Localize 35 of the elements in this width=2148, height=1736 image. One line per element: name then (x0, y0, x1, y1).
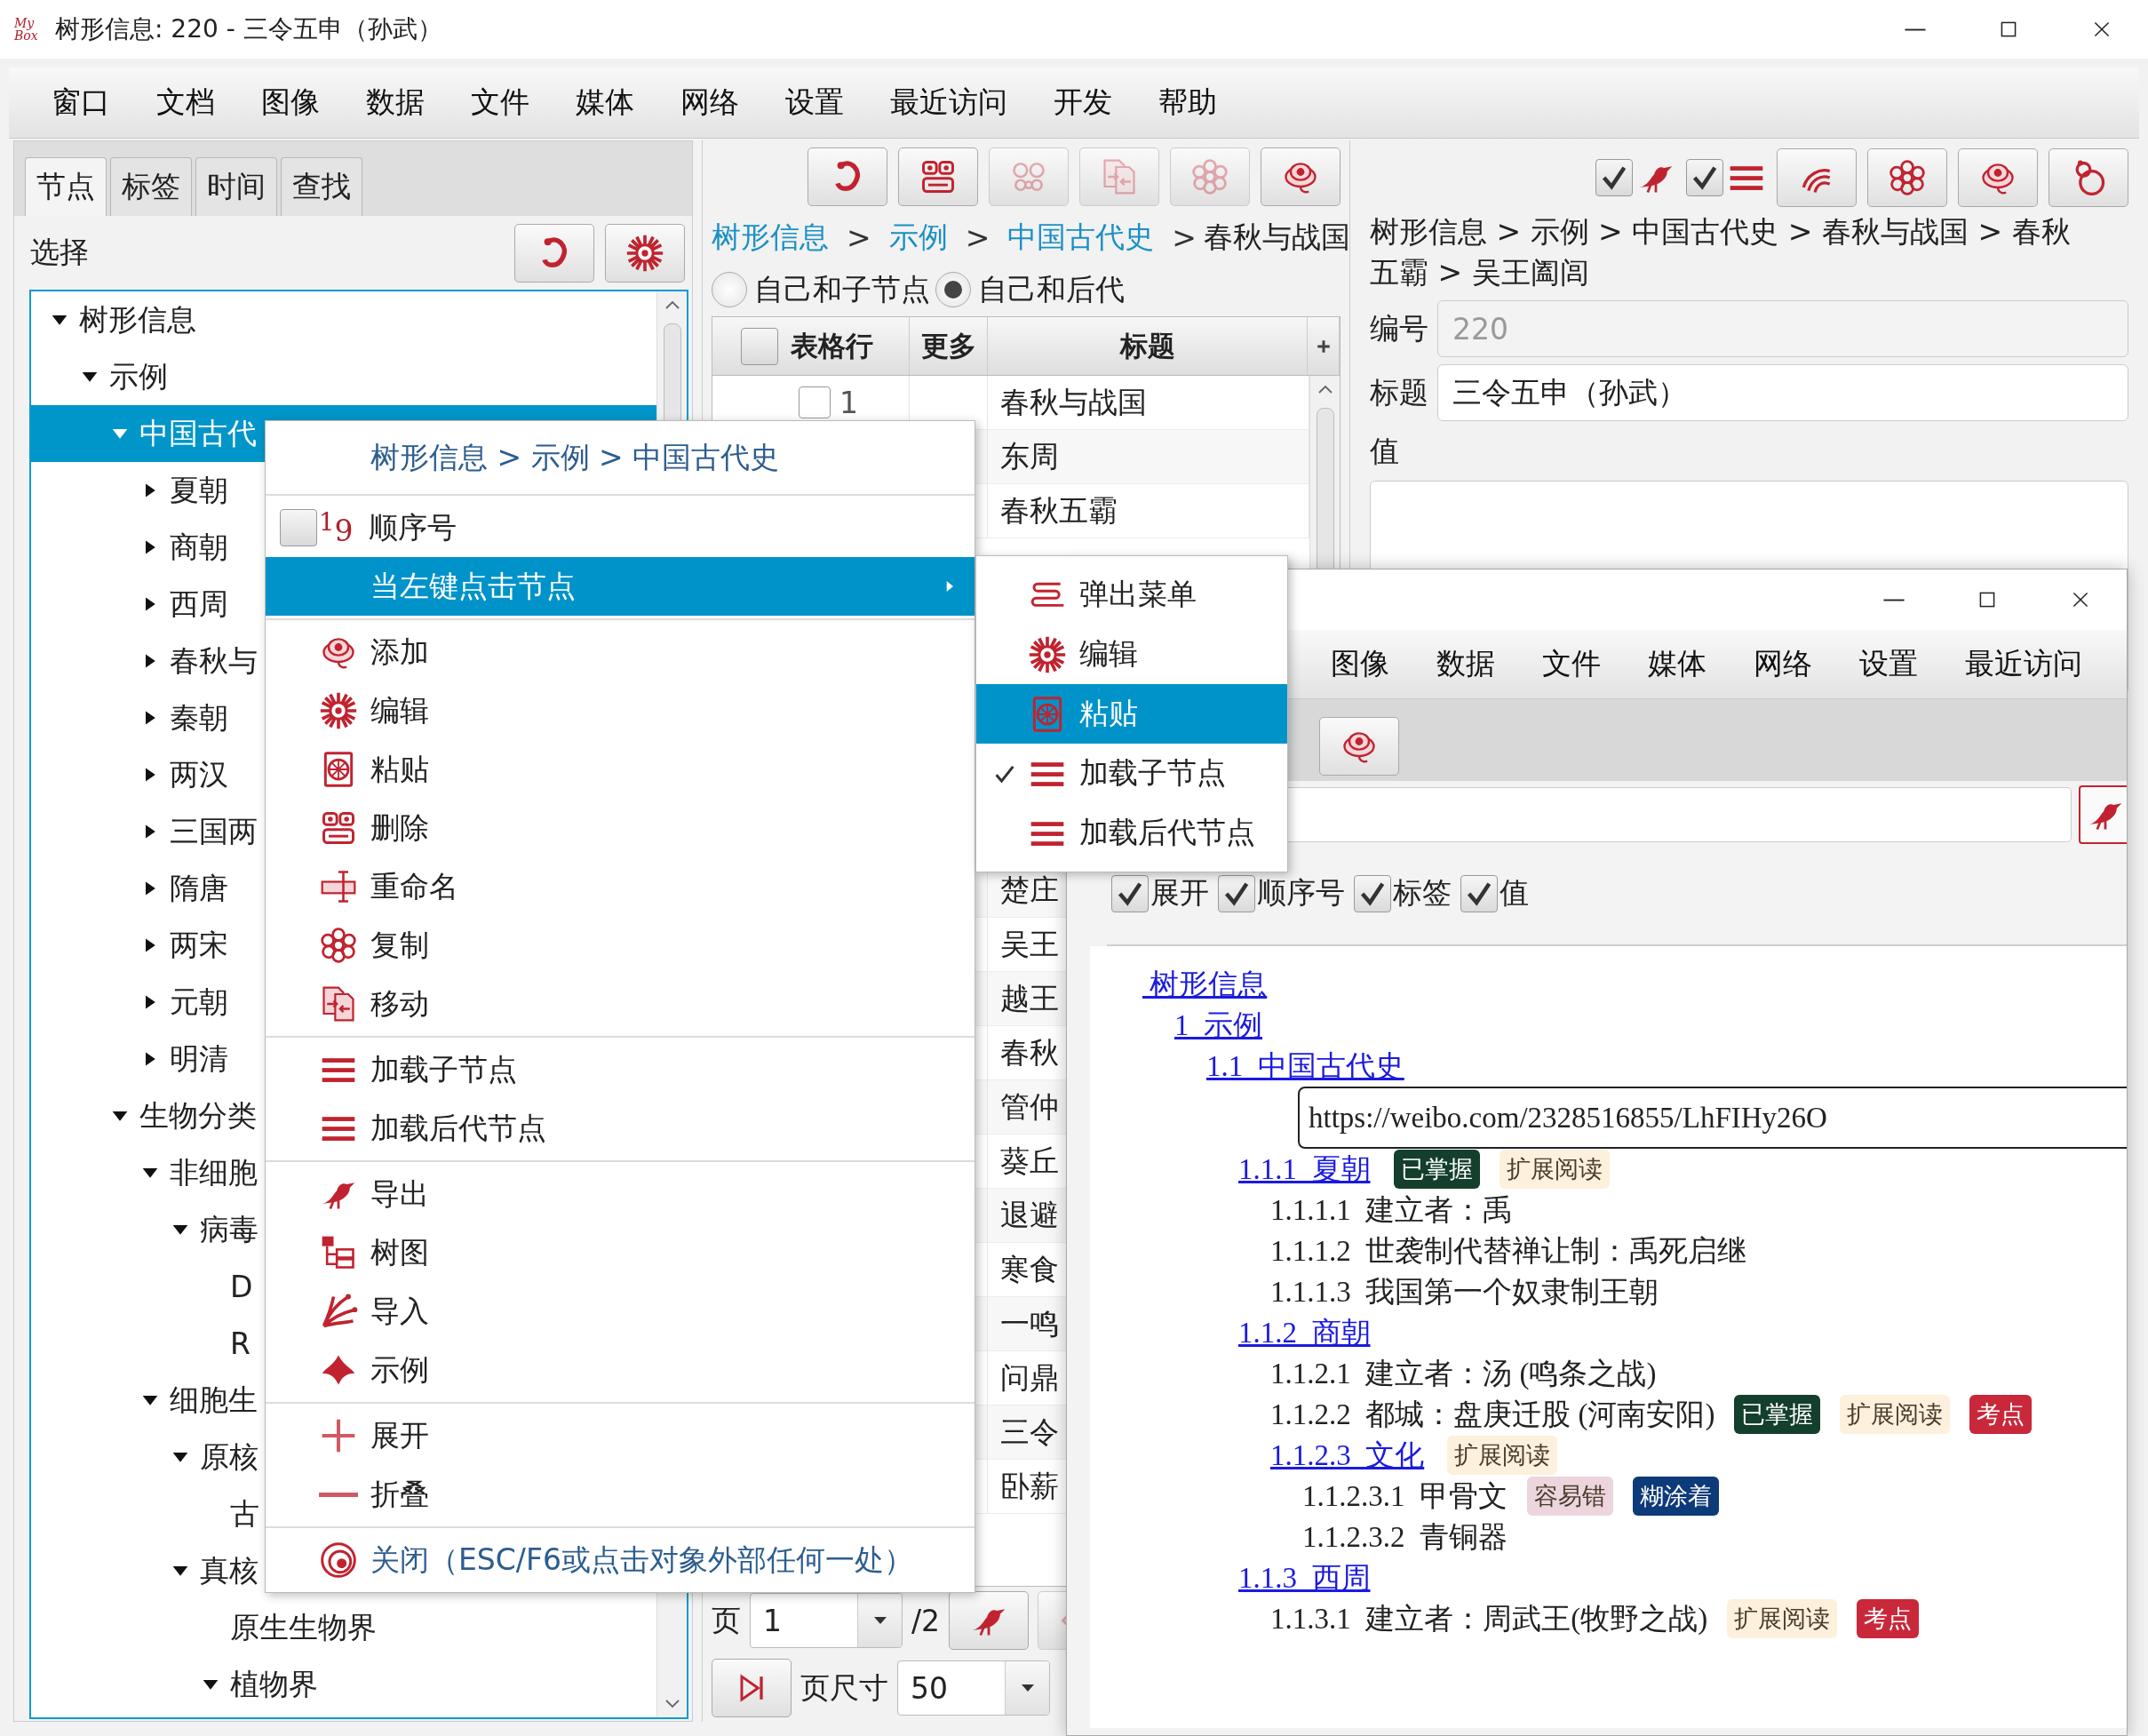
checkbox-label: 展开 (1150, 876, 1209, 911)
tag-label: 扩展阅读 (1499, 1150, 1610, 1189)
tag-label: 糊涂着 (1633, 1477, 1719, 1516)
checkbox-label: 标签 (1393, 876, 1452, 911)
outline-text: 1.1.2.3.2 青铜器 (1302, 1519, 1508, 1555)
app-logo: My Box (14, 17, 39, 42)
node-path: 树形信息 > 示例 > 中国古代史 > 春秋与战国 > 春秋五霸 > 吴王阖闾 (1370, 213, 2072, 291)
numbering-glyph: $^{1}$9 (319, 507, 354, 548)
url-label: https://weibo.com/2328516855/LhFIHy26O (1298, 1087, 2127, 1149)
option-label: 自己和子节点 (754, 270, 930, 308)
page-total: /2 (911, 1603, 941, 1638)
breadcrumb-current: 春秋与战国 (1203, 218, 1350, 256)
tag-label: 容易错 (1527, 1477, 1613, 1516)
checkbox-label: 值 (1500, 876, 1529, 911)
outline-text: 1.1.3.1 建立者：周武王(牧野之战) (1270, 1601, 1708, 1636)
tag-label: 已掌握 (1393, 1150, 1480, 1189)
tag-label: 扩展阅读 (1840, 1395, 1951, 1434)
menu-path: 树形信息 > 示例 > 中国古代史 (370, 438, 781, 476)
page-size-label: 页尺寸 (800, 1668, 888, 1707)
breadcrumb-separator: > (847, 219, 871, 255)
field-label: 标题 (1370, 373, 1428, 411)
select-label: 选择 (30, 234, 90, 271)
breadcrumb-separator: > (965, 219, 990, 255)
tag-label: 已掌握 (1734, 1395, 1821, 1434)
tag-label: 扩展阅读 (1727, 1599, 1838, 1638)
tag-label: 考点 (1857, 1599, 1920, 1638)
field-label: 编号 (1370, 309, 1428, 347)
tag-label: 扩展阅读 (1447, 1436, 1558, 1475)
option-label: 自己和后代 (978, 270, 1125, 308)
page-label: 页 (712, 1601, 741, 1639)
tag-label: 考点 (1969, 1395, 2033, 1434)
field-label: 值 (1370, 433, 1400, 470)
window-title: 树形信息: 220 - 三令五申（孙武） (55, 13, 443, 45)
row-number: 1 (839, 385, 858, 420)
breadcrumb-separator: > (1172, 219, 1197, 255)
